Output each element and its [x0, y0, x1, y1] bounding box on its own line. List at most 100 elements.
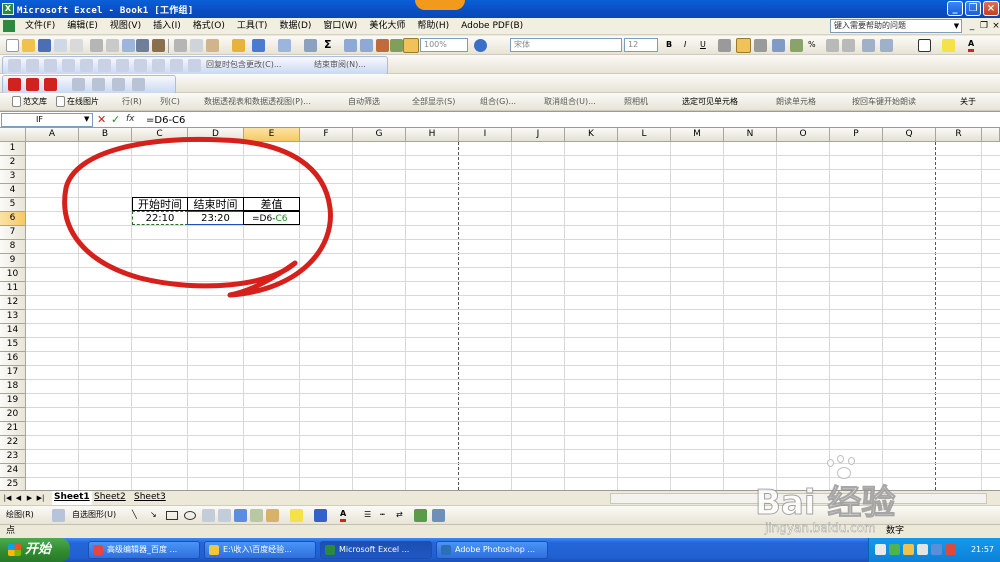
merge-center-icon[interactable]: [772, 39, 785, 52]
online-pictures-button[interactable]: 在线图片: [67, 95, 99, 109]
menu-tools[interactable]: 工具(T): [231, 18, 274, 35]
group-button[interactable]: 组合(G)...: [480, 95, 516, 109]
mail-recipient-icon[interactable]: [170, 59, 183, 72]
enter-icon[interactable]: ✓: [111, 113, 120, 126]
draw-menu-button[interactable]: 绘图(R): [6, 508, 34, 522]
tray-app-icon[interactable]: [931, 544, 942, 555]
chart-wizard-icon[interactable]: [376, 39, 389, 52]
template-library-button[interactable]: 范文库: [23, 95, 47, 109]
align-right-icon[interactable]: [754, 39, 767, 52]
pdf-sign-icon[interactable]: [132, 78, 145, 91]
insert-row-button[interactable]: 行(R): [122, 95, 142, 109]
draw-fill-color-icon[interactable]: [290, 509, 303, 522]
doc-close-button[interactable]: ×: [990, 20, 1000, 32]
rectangle-icon[interactable]: [166, 511, 178, 520]
sheet-tab-3[interactable]: Sheet3: [132, 491, 168, 505]
research-book-icon[interactable]: [152, 39, 165, 52]
currency-icon[interactable]: [790, 39, 803, 52]
sort-descending-icon[interactable]: [360, 39, 373, 52]
pivot-table-button[interactable]: 数据透视表和数据透视图(P)...: [204, 95, 311, 109]
menu-edit[interactable]: 编辑(E): [61, 18, 104, 35]
format-cells-icon[interactable]: [403, 38, 419, 53]
3d-style-icon[interactable]: [432, 509, 445, 522]
italic-icon[interactable]: I: [684, 38, 686, 52]
speak-cells-button[interactable]: 朗读单元格: [776, 95, 816, 109]
task-browser[interactable]: 高级编辑器_百度 ...: [88, 541, 200, 559]
convert-pdf-email-icon[interactable]: [26, 78, 39, 91]
help-icon[interactable]: [474, 39, 487, 52]
dash-style-icon[interactable]: ┅: [380, 508, 385, 522]
doc-restore-button[interactable]: ❐: [978, 20, 990, 32]
sheet-tab-1[interactable]: Sheet1: [52, 491, 92, 505]
comment-icon[interactable]: [44, 59, 57, 72]
spelling-icon[interactable]: [136, 39, 149, 52]
arrow-style-icon[interactable]: ⇄: [396, 508, 403, 522]
menu-adobe-pdf[interactable]: Adobe PDF(B): [455, 18, 529, 35]
diagram-icon[interactable]: [250, 509, 263, 522]
menu-view[interactable]: 视图(V): [104, 18, 147, 35]
redo-icon[interactable]: [278, 39, 291, 52]
close-button[interactable]: ×: [983, 1, 999, 16]
oval-icon[interactable]: [184, 511, 196, 520]
permission-icon[interactable]: [54, 39, 67, 52]
copy-icon[interactable]: [190, 39, 203, 52]
menu-window[interactable]: 窗口(W): [317, 18, 363, 35]
fill-color-icon[interactable]: [942, 39, 955, 52]
task-explorer[interactable]: E:\收入\百度经验...: [204, 541, 316, 559]
text-box-icon[interactable]: [202, 509, 215, 522]
select-visible-cells-button[interactable]: 选定可见单元格: [682, 95, 738, 109]
print-icon[interactable]: [90, 39, 103, 52]
menu-data[interactable]: 数据(D): [273, 18, 317, 35]
security-icon[interactable]: [903, 544, 914, 555]
borders-icon[interactable]: [918, 39, 931, 52]
send-for-review-icon[interactable]: [8, 59, 21, 72]
font-color-icon[interactable]: A: [968, 38, 975, 52]
draw-font-color-icon[interactable]: A: [340, 508, 347, 522]
first-sheet-icon[interactable]: |◀: [3, 493, 12, 504]
menu-insert[interactable]: 插入(I): [147, 18, 187, 35]
clip-art-icon[interactable]: [266, 509, 279, 522]
help-search-input[interactable]: 键入需要帮助的问题: [830, 19, 962, 33]
convert-pdf-icon[interactable]: [8, 78, 21, 91]
chevron-down-icon[interactable]: ▼: [84, 115, 89, 123]
pdf-setting-icon[interactable]: [72, 78, 85, 91]
end-review-button[interactable]: 结束审阅(N)...: [314, 58, 366, 72]
drawing-icon[interactable]: [390, 39, 403, 52]
email-icon[interactable]: [70, 39, 83, 52]
sheet-tab-2[interactable]: Sheet2: [92, 491, 128, 505]
line-icon[interactable]: ╲: [132, 508, 137, 522]
menu-file[interactable]: 文件(F): [19, 18, 61, 35]
pdf-edit-icon[interactable]: [112, 78, 125, 91]
underline-icon[interactable]: U: [700, 38, 706, 52]
ime-icon[interactable]: [875, 544, 886, 555]
last-sheet-icon[interactable]: ▶|: [36, 493, 45, 504]
chevron-down-icon[interactable]: ▼: [952, 20, 961, 32]
insert-column-button[interactable]: 列(C): [160, 95, 180, 109]
pdf-option-icon[interactable]: [92, 78, 105, 91]
hyperlink-icon[interactable]: [304, 39, 317, 52]
cut-icon[interactable]: [174, 39, 187, 52]
wordart-icon[interactable]: [234, 509, 247, 522]
open-icon[interactable]: [22, 39, 35, 52]
paste-icon[interactable]: [206, 39, 219, 52]
task-photoshop[interactable]: Adobe Photoshop ...: [436, 541, 548, 559]
decrease-indent-icon[interactable]: [862, 39, 875, 52]
arrow-icon[interactable]: ↘: [150, 508, 157, 522]
reply-icon[interactable]: [188, 59, 201, 72]
increase-decimal-icon[interactable]: [842, 39, 855, 52]
name-box[interactable]: IF: [1, 113, 93, 127]
research-icon[interactable]: [122, 39, 135, 52]
align-center-icon[interactable]: [736, 38, 751, 53]
vertical-text-icon[interactable]: [218, 509, 231, 522]
auto-filter-button[interactable]: 自动筛选: [348, 95, 380, 109]
ungroup-button[interactable]: 取消组合(U)...: [544, 95, 596, 109]
comma-style-icon[interactable]: [826, 39, 839, 52]
undo-icon[interactable]: [252, 39, 265, 52]
ink-annotation-icon[interactable]: [116, 59, 129, 72]
track-changes-icon[interactable]: [26, 59, 39, 72]
about-button[interactable]: 关于: [960, 95, 976, 109]
network-icon[interactable]: [889, 544, 900, 555]
shadow-style-icon[interactable]: [414, 509, 427, 522]
show-all-button[interactable]: 全部显示(S): [412, 95, 455, 109]
font-name-select[interactable]: 宋体: [510, 38, 622, 52]
